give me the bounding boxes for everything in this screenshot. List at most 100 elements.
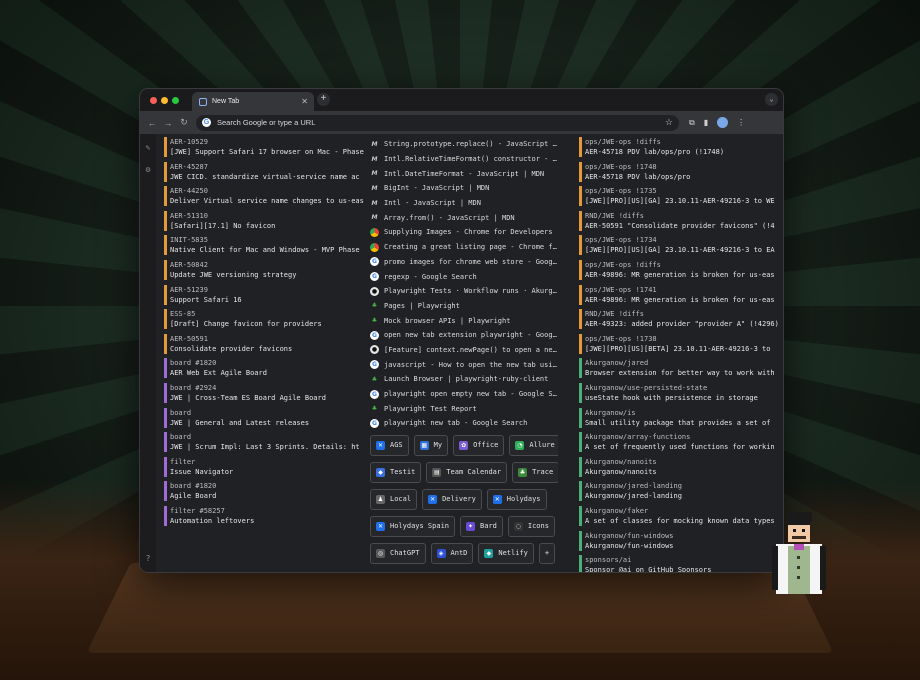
merge-request-item[interactable]: sponsors/ai Sponsor @ai on GitHub Sponsor… [579, 555, 779, 572]
history-link[interactable]: ♣ Playwright Test Report [370, 401, 558, 416]
merge-request-item[interactable]: ops/JWE-ops !1741 AER-49896: MR generatio… [579, 284, 779, 305]
history-link[interactable]: M Intl.RelativeTimeFormat() constructor -… [370, 152, 559, 167]
quick-link-button[interactable]: ✕ AGS [370, 434, 409, 456]
quick-link-button[interactable]: ♣ Trace [512, 461, 558, 483]
merge-request-item[interactable]: ops/JWE-ops !1734 [JWE][PRO][US][GA] 23.1… [579, 235, 779, 256]
maximize-window-button[interactable] [172, 97, 179, 104]
merge-request-item[interactable]: Akurganow/array-functions A set of freque… [579, 432, 779, 453]
tab-close-icon[interactable]: ✕ [301, 97, 308, 106]
jira-item[interactable]: ESS-85 [Draft] Change favicon for provide… [164, 309, 364, 330]
history-link-title: Launch Browser | playwright-ruby-client [384, 375, 549, 384]
forward-arrow-icon[interactable]: → [160, 118, 176, 128]
quick-link-button[interactable]: ✕ Delivery [422, 488, 482, 510]
merge-request-item[interactable]: ops/JWE-ops !diffs AER-45718 PDV lab/ops/… [579, 137, 779, 157]
jira-item[interactable]: board #2924 JWE | Cross-Team ES Board Agi… [164, 382, 364, 403]
history-link[interactable]: M Intl.DateTimeFormat - JavaScript | MDN [370, 166, 558, 181]
quick-link-button[interactable]: ◌ Icons [507, 515, 555, 537]
history-link[interactable]: Creating a great listing page - Chrome f… [370, 240, 558, 255]
history-link[interactable]: Gpromo images for chrome web store - Goo… [370, 255, 558, 270]
merge-request-item[interactable]: ops/JWE-ops !1738 [JWE][PRO][US][BETA] 23… [579, 333, 779, 354]
quick-link-button[interactable]: ▦ My [413, 434, 449, 456]
jira-item[interactable]: AER-45287 JWE CICD. standardize virtual-s… [164, 161, 364, 182]
merge-request-item[interactable]: Akurganow/fun-windows Akurganow/fun-windo… [579, 530, 779, 551]
quick-link-button[interactable]: ◆ Netlify [478, 542, 534, 564]
new-tab-button[interactable]: + [317, 93, 330, 106]
merge-request-description: [JWE][PRO][US][BETA] 23.10.11-AER-49216-… [585, 344, 771, 353]
jira-item[interactable]: board #1820 Agile Board [164, 481, 364, 502]
merge-request-item[interactable]: Akurganow/use-persisted-state useState ho… [579, 382, 779, 403]
kebab-menu-icon[interactable]: ⋮ [737, 118, 745, 127]
minimize-window-button[interactable] [161, 97, 168, 104]
quick-link-button[interactable]: ✦ Bard [460, 515, 503, 537]
jira-item[interactable]: AER-51239 Support Safari 16 [164, 284, 364, 305]
history-link[interactable]: Gplaywright open empty new tab - Google … [370, 387, 558, 402]
history-link[interactable]: ♣ Launch Browser | playwright-ruby-client [370, 372, 558, 387]
merge-request-item[interactable]: ops/JWE-ops !diffs AER-49896: MR generati… [579, 259, 779, 280]
jira-item[interactable]: AER-44250 Deliver Virtual service name ch… [164, 186, 364, 207]
settings-gear-icon[interactable]: ⚙ [143, 165, 153, 175]
merge-request-item[interactable]: RND/JWE !diffs AER-49323: added provider … [579, 309, 779, 330]
quick-link-button[interactable]: ◔ Allure [509, 434, 558, 456]
jira-item[interactable]: INIT-5835 Native Client for Mac and Windo… [164, 235, 364, 256]
extensions-icon[interactable]: ⧉ [689, 118, 695, 128]
quick-link-button[interactable]: ▤ Team Calendar [426, 461, 508, 483]
quick-link-button[interactable]: ◈ AntD [430, 542, 474, 564]
history-link[interactable]: Gopen new tab extension playwright - Goo… [370, 328, 558, 343]
jira-item[interactable]: filter Issue Navigator [164, 456, 364, 477]
merge-request-item[interactable]: RND/JWE !diffs AER-50591 "Consolidate pro… [579, 210, 779, 231]
quick-link-button[interactable]: ✕ Holydays Spain [370, 515, 456, 537]
quick-link-label: My [433, 441, 443, 450]
close-window-button[interactable] [150, 97, 157, 104]
bookmark-star-icon[interactable]: ☆ [665, 117, 673, 128]
jira-item[interactable]: AER-50591 Consolidate provider favicons [164, 333, 364, 354]
jira-item[interactable]: AER-50842 Update JWE versioning strategy [164, 259, 364, 280]
history-link[interactable]: M Array.from() - JavaScript | MDN [370, 210, 558, 225]
merge-request-item[interactable]: Akurganow/jared-landing Akurganow/jared-l… [579, 481, 779, 502]
merge-request-item[interactable]: ops/JWE-ops !1748 AER-45718 PDV lab/ops/p… [579, 161, 779, 182]
history-link[interactable]: Gplaywright new tab - Google Search [370, 416, 558, 431]
merge-request-item[interactable]: Akurganow/nanoits Akurganow/nanoits [579, 456, 779, 477]
quick-links-row: ◆ Testit ▤ Team Calendar ♣ Trace [370, 461, 558, 483]
back-arrow-icon[interactable]: ← [144, 118, 160, 128]
merge-request-description: Akurganow/nanoits [585, 467, 657, 476]
google-icon: G [370, 272, 379, 282]
address-bar[interactable]: G Search Google or type a URL ☆ [196, 114, 679, 131]
jira-item[interactable]: AER-10529 [JWE] Support Safari 17 browser… [164, 137, 364, 157]
edit-icon[interactable]: ✎ [143, 143, 153, 153]
merge-request-item[interactable]: Akurganow/jared Browser extension for bet… [579, 358, 779, 379]
quick-link-button[interactable]: ◎ ChatGPT [370, 542, 426, 564]
jira-item[interactable]: board #1820 AER Web Ext Agile Board [164, 358, 364, 379]
history-link[interactable]: M Intl - JavaScript | MDN [370, 196, 558, 211]
add-quick-link-button[interactable]: + [538, 542, 556, 564]
history-link[interactable]: ♣ Mock browser APIs | Playwright [370, 313, 558, 328]
help-icon[interactable]: ? [143, 554, 153, 564]
history-link[interactable]: ● Playwright Tests · Workflow runs · Akur… [370, 284, 558, 299]
merge-request-item[interactable]: Akurganow/is Small utility package that p… [579, 407, 779, 428]
history-link[interactable]: M BigInt - JavaScript | MDN [370, 181, 558, 196]
jira-item[interactable]: filter #58257 Automation leftovers [164, 505, 364, 526]
merge-request-item[interactable]: ops/JWE-ops !1735 [JWE][PRO][US][GA] 23.1… [579, 186, 779, 207]
quick-link-button[interactable]: ✿ Office [453, 434, 505, 456]
side-panel-icon[interactable]: ▮ [704, 118, 708, 127]
profile-avatar[interactable] [717, 117, 729, 128]
tab-search-button[interactable]: ⌄ [765, 93, 778, 106]
jira-item-title: JWE | General and Latest releases [170, 418, 310, 427]
history-link[interactable]: Gregexp - Google Search [370, 269, 558, 284]
history-link[interactable]: ♣ Pages | Playwright [370, 299, 558, 314]
jira-item-key: ESS-85 [170, 310, 196, 319]
tab-new-tab[interactable]: New Tab ✕ [192, 92, 314, 111]
jira-item[interactable]: board JWE | General and Latest releases [164, 407, 364, 428]
quick-link-button[interactable]: ♟ Local [370, 488, 418, 510]
history-link[interactable]: ● [Feature] context.newPage() to open a n… [370, 343, 558, 358]
reload-icon[interactable]: ↻ [176, 117, 192, 128]
history-link[interactable]: Supplying Images - Chrome for Developers [370, 225, 558, 240]
jira-item[interactable]: AER-51310 [Safari][17.1] No favicon [164, 210, 364, 231]
quick-link-button[interactable]: ◆ Testit [370, 461, 422, 483]
google-icon: G [370, 257, 379, 267]
quick-link-label: Testit [390, 468, 416, 477]
merge-request-item[interactable]: Akurganow/faker A set of classes for mock… [579, 505, 779, 526]
history-link[interactable]: Gjavascript - How to open the new tab us… [370, 357, 558, 372]
jira-item[interactable]: board JWE | Scrum Impl: Last 3 Sprints. D… [164, 432, 364, 453]
quick-link-button[interactable]: ✕ Holydays [486, 488, 547, 510]
history-link[interactable]: M String.prototype.replace() - JavaScript… [370, 137, 559, 152]
